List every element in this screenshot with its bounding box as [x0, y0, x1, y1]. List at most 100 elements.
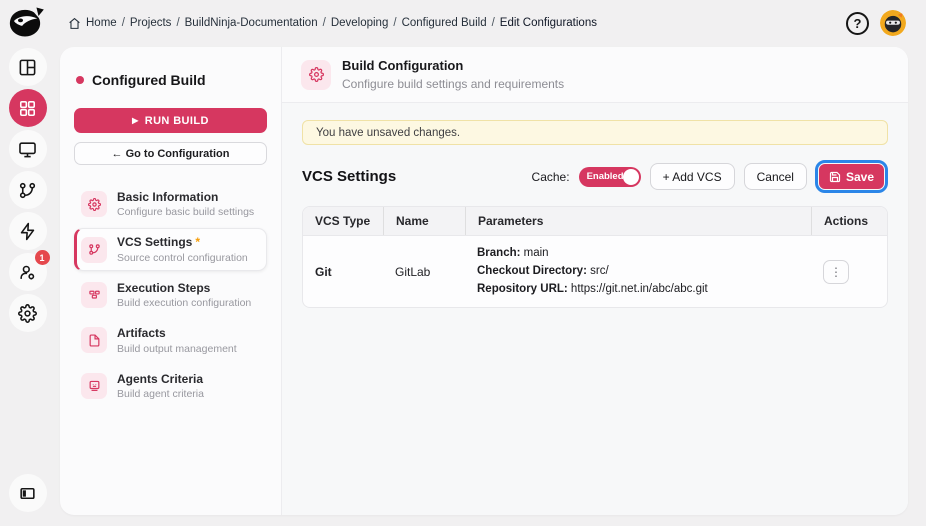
nav-item-sublabel: Build execution configuration — [117, 297, 252, 310]
breadcrumb: Home / Projects / BuildNinja-Documentati… — [68, 17, 597, 30]
breadcrumb-separator: / — [393, 17, 397, 29]
nav-item-execution-steps[interactable]: Execution Steps Build execution configur… — [74, 274, 267, 316]
add-vcs-button[interactable]: + Add VCS — [649, 163, 735, 190]
avatar-ninja-icon — [880, 10, 906, 36]
nav-item-texts: Execution Steps Build execution configur… — [117, 281, 251, 309]
nav-item-texts: VCS Settings * Source control configurati… — [117, 235, 248, 263]
param-label: Repository URL: — [477, 282, 568, 295]
breadcrumb-separator: / — [322, 17, 326, 29]
git-branch-icon — [81, 236, 107, 263]
sidebar-title-label: Configured Build — [92, 72, 206, 88]
nav-item-texts: Basic Information Configure basic build … — [117, 190, 254, 218]
topbar: Home / Projects / BuildNinja-Documentati… — [0, 0, 926, 46]
cache-toggle[interactable]: Enabled — [578, 166, 641, 187]
goto-configuration-label: ← Go to Configuration — [111, 147, 230, 160]
breadcrumb-edit-configurations: Edit Configurations — [499, 17, 597, 29]
column-header-vcs-type: VCS Type — [315, 214, 371, 228]
main-content: You have unsaved changes. VCS Settings C… — [282, 103, 908, 309]
more-vertical-icon: ⋮ — [830, 264, 842, 279]
save-button[interactable]: Save — [814, 160, 889, 193]
cell-actions: ⋮ — [811, 236, 887, 307]
param-checkout-directory: Checkout Directory: src/ — [477, 263, 799, 281]
rail-vcs-button[interactable] — [8, 171, 47, 209]
notification-badge: 1 — [34, 250, 50, 265]
rail-projects-button[interactable] — [8, 89, 47, 127]
topbar-actions: ? — [846, 10, 926, 36]
param-value: https://git.net.in/abc/abc.git — [567, 282, 708, 295]
avatar[interactable] — [880, 10, 906, 36]
cancel-button[interactable]: Cancel — [743, 163, 807, 190]
sidebar-collapse-button[interactable] — [8, 474, 47, 512]
save-icon — [829, 171, 841, 182]
nav-item-sublabel: Source control configuration — [117, 251, 248, 264]
param-label: Checkout Directory: — [477, 264, 587, 277]
play-icon: ▶ — [132, 115, 139, 125]
bricks-icon — [81, 281, 107, 308]
question-icon: ? — [853, 15, 862, 31]
rail-agents-button[interactable] — [8, 130, 47, 168]
app-logo — [0, 5, 50, 41]
vcs-section-header: VCS Settings Cache: Enabled + Add VCS Ca… — [302, 160, 889, 193]
nav-item-label: VCS Settings * — [117, 235, 248, 249]
breadcrumb-separator: / — [176, 17, 180, 29]
panel-toggle-icon — [20, 487, 35, 499]
breadcrumb-configured-build[interactable]: Configured Build — [402, 17, 487, 29]
grid-icon — [19, 100, 36, 116]
section-controls: Cache: Enabled + Add VCS Cancel Save — [531, 160, 889, 193]
cell-vcs-type: Git — [315, 264, 332, 279]
table-row: Git GitLab Branch: main Checkout Directo… — [303, 236, 887, 307]
param-value: main — [520, 247, 549, 259]
nav-item-vcs-settings[interactable]: VCS Settings * Source control configurati… — [74, 228, 267, 271]
gear-icon — [18, 303, 37, 323]
nav-item-label: Execution Steps — [117, 280, 211, 295]
unsaved-changes-banner: You have unsaved changes. — [302, 120, 888, 145]
column-header-parameters: Parameters — [465, 207, 811, 235]
agent-terminal-icon — [81, 372, 107, 399]
status-dot-icon — [76, 76, 84, 84]
row-actions-button[interactable]: ⋮ — [823, 259, 849, 284]
param-branch: Branch: main — [477, 245, 799, 263]
rail-builds-button[interactable] — [8, 212, 47, 250]
nav-item-texts: Artifacts Build output management — [117, 326, 237, 354]
git-branch-icon — [19, 182, 36, 198]
run-build-button[interactable]: ▶ RUN BUILD — [74, 108, 267, 133]
home-icon — [68, 17, 81, 30]
page-subtitle: Configure build settings and requirement… — [342, 76, 565, 91]
cell-parameters: Branch: main Checkout Directory: src/ Re… — [465, 236, 811, 307]
gear-icon — [81, 191, 107, 218]
lightning-icon — [20, 222, 35, 240]
run-build-label: RUN BUILD — [144, 114, 209, 127]
page-title: Build Configuration — [342, 58, 464, 74]
rail-dashboard-button[interactable] — [8, 48, 47, 86]
save-label: Save — [845, 169, 874, 184]
rail-settings-button[interactable] — [8, 294, 47, 332]
breadcrumb-separator: / — [491, 17, 495, 29]
column-header-actions: Actions — [811, 207, 887, 235]
cache-label: Cache: — [531, 169, 570, 184]
nav-item-basic-information[interactable]: Basic Information Configure basic build … — [74, 183, 267, 225]
breadcrumb-project-name[interactable]: BuildNinja-Documentation — [185, 17, 318, 29]
build-settings-nav: Basic Information Configure basic build … — [74, 183, 267, 407]
nav-item-label-text: VCS Settings — [117, 235, 193, 250]
goto-configuration-button[interactable]: ← Go to Configuration — [74, 142, 267, 165]
rail-users-button[interactable]: 1 — [8, 250, 50, 291]
nav-item-sublabel: Build agent criteria — [117, 387, 204, 400]
nav-item-sublabel: Build output management — [117, 342, 237, 355]
breadcrumb-projects[interactable]: Projects — [130, 17, 172, 29]
breadcrumb-developing[interactable]: Developing — [331, 17, 389, 29]
main-panel: Build Configuration Configure build sett… — [282, 47, 908, 515]
nav-item-artifacts[interactable]: Artifacts Build output management — [74, 319, 267, 361]
required-asterisk: * — [195, 235, 201, 250]
nav-item-sublabel: Configure basic build settings — [117, 206, 255, 219]
nav-item-label: Agents Criteria — [117, 371, 204, 386]
icon-rail: 1 — [0, 46, 55, 526]
ninja-logo-icon — [9, 7, 44, 37]
breadcrumb-separator: / — [121, 17, 125, 29]
breadcrumb-home[interactable]: Home — [86, 17, 117, 29]
nav-item-agents-criteria[interactable]: Agents Criteria Build agent criteria — [74, 365, 267, 407]
layout-icon — [19, 59, 36, 75]
toggle-knob — [622, 168, 639, 185]
gear-icon — [301, 59, 331, 90]
column-header-name: Name — [383, 207, 465, 235]
help-button[interactable]: ? — [846, 11, 869, 35]
